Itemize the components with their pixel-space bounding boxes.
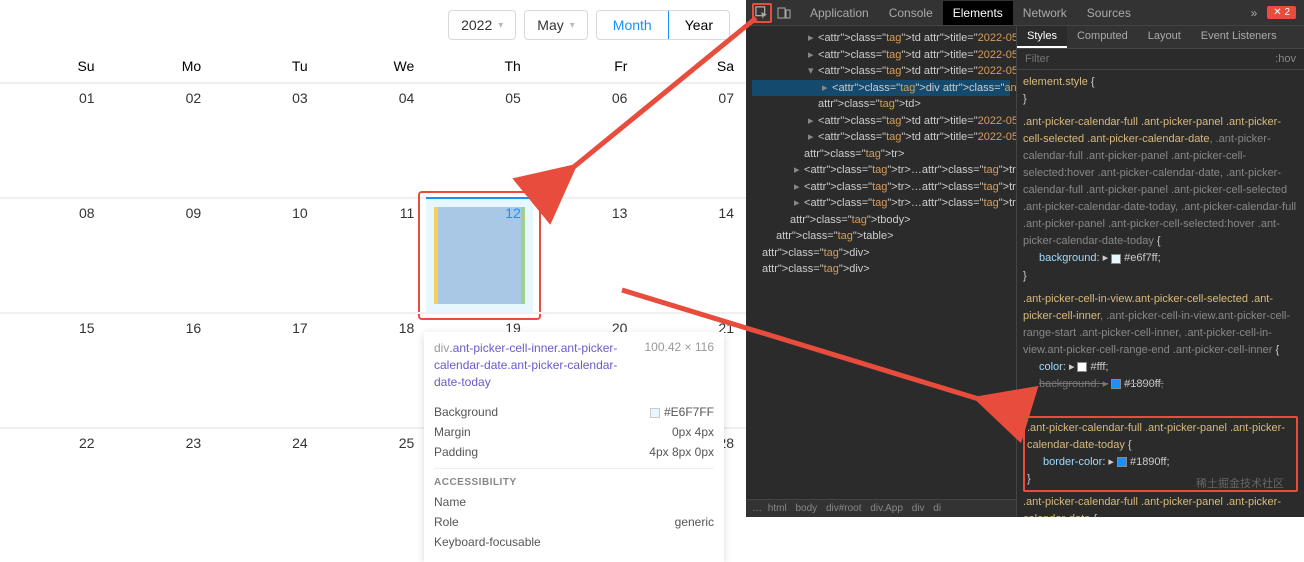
calendar-cell[interactable]: 02 (107, 82, 214, 197)
tooltip-dimensions: 100.42 × 116 (644, 340, 714, 354)
styles-tab-layout[interactable]: Layout (1138, 26, 1191, 48)
weekday-header: Sa (639, 50, 746, 82)
tooltip-selector: div.ant-picker-cell-inner.ant-picker-cal… (434, 340, 638, 390)
calendar-cell[interactable]: 13 (533, 197, 640, 312)
devtools-tabs: ApplicationConsoleElementsNetworkSources (800, 1, 1241, 25)
calendar-cell[interactable]: 03 (213, 82, 320, 197)
element-node[interactable]: ▸<attr">class="tag">div attr">class="ant… (752, 80, 1010, 97)
element-node[interactable]: attr">class="tag">tbody> (752, 212, 1010, 229)
element-node[interactable]: ▸<attr">class="tag">td attr">title="2022… (752, 47, 1010, 64)
style-rule[interactable]: .ant-picker-calendar-full .ant-picker-pa… (1023, 114, 1298, 284)
month-select[interactable]: May ▾ (524, 10, 587, 40)
calendar-cell[interactable]: 18 (320, 312, 427, 427)
devtools-tab-elements[interactable]: Elements (943, 1, 1013, 25)
watermark: 稀土掘金技术社区 (1196, 475, 1284, 491)
error-badge[interactable]: ✕ 2 (1267, 6, 1296, 19)
calendar-cell[interactable]: 24 (213, 427, 320, 542)
calendar-cell[interactable]: 25 (320, 427, 427, 542)
devtools-tab-console[interactable]: Console (879, 1, 943, 25)
weekday-header: Fr (533, 50, 640, 82)
styles-rules[interactable]: element.style {} .ant-picker-calendar-ful… (1017, 70, 1304, 517)
weekday-header: Mo (107, 50, 214, 82)
calendar-cell[interactable]: 11 (320, 197, 427, 312)
year-select[interactable]: 2022 ▾ (448, 10, 516, 40)
style-rule[interactable]: element.style {} (1023, 74, 1298, 108)
styles-tab-event-listeners[interactable]: Event Listeners (1191, 26, 1287, 48)
calendar-cell[interactable]: 22 (0, 427, 107, 542)
element-node[interactable]: attr">class="tag">div> (752, 261, 1010, 278)
calendar-cell[interactable]: 06 (533, 82, 640, 197)
devtools-panel: ApplicationConsoleElementsNetworkSources… (746, 0, 1304, 517)
element-inspector-tooltip: div.ant-picker-cell-inner.ant-picker-cal… (424, 332, 724, 562)
tooltip-margin-value: 0px 4px (672, 425, 714, 439)
calendar-panel: 2022 ▾ May ▾ Month Year SuMoTuWeThFrSa 01… (0, 0, 746, 517)
tooltip-padding-label: Padding (434, 445, 478, 459)
devtools-tab-network[interactable]: Network (1013, 1, 1077, 25)
weekday-header: Th (426, 50, 533, 82)
element-node[interactable]: ▾<attr">class="tag">td attr">title="2022… (752, 63, 1010, 80)
calendar-cell[interactable]: 16 (107, 312, 214, 427)
month-value: May (537, 17, 563, 33)
view-year-button[interactable]: Year (669, 11, 729, 39)
tooltip-bg-value: #E6F7FF (650, 405, 714, 419)
calendar-cell[interactable]: 14 (639, 197, 746, 312)
year-value: 2022 (461, 17, 492, 33)
styles-filter-input[interactable] (1025, 53, 1275, 65)
inspect-element-icon[interactable] (752, 3, 772, 23)
devtools-tab-sources[interactable]: Sources (1077, 1, 1141, 25)
calendar-cell[interactable]: 08 (0, 197, 107, 312)
elements-tree[interactable]: ▸<attr">class="tag">td attr">title="2022… (746, 26, 1016, 517)
calendar-cell[interactable]: 12 (426, 197, 533, 312)
view-radio-group: Month Year (596, 10, 730, 40)
calendar-cell[interactable]: 07 (639, 82, 746, 197)
styles-filter-bar: :hov (1017, 49, 1304, 70)
style-rule[interactable]: .ant-picker-cell-in-view.ant-picker-cell… (1023, 291, 1298, 410)
element-node[interactable]: ▸<attr">class="tag">td attr">title="2022… (752, 30, 1010, 47)
calendar-cell[interactable]: 15 (0, 312, 107, 427)
more-tabs-icon[interactable]: » (1241, 1, 1268, 25)
styles-pane: StylesComputedLayoutEvent Listeners :hov… (1016, 26, 1304, 517)
weekday-header: We (320, 50, 427, 82)
element-node[interactable]: attr">class="tag">tr> (752, 146, 1010, 163)
tooltip-kf-label: Keyboard-focusable (434, 535, 541, 549)
breadcrumb[interactable]: … html body div#root div.App div di (746, 499, 1016, 517)
calendar-cell[interactable]: 17 (213, 312, 320, 427)
calendar-cell[interactable]: 01 (0, 82, 107, 197)
view-month-button[interactable]: Month (597, 11, 669, 39)
tooltip-accessibility-heading: ACCESSIBILITY (434, 468, 714, 492)
tooltip-padding-value: 4px 8px 0px (649, 445, 714, 459)
calendar-cell[interactable]: 09 (107, 197, 214, 312)
devtools-toolbar: ApplicationConsoleElementsNetworkSources… (746, 0, 1304, 26)
tooltip-bg-label: Background (434, 405, 498, 419)
hov-toggle[interactable]: :hov (1275, 53, 1296, 65)
weekday-header: Su (0, 50, 107, 82)
element-node[interactable]: attr">class="tag">table> (752, 228, 1010, 245)
calendar-cell[interactable]: 04 (320, 82, 427, 197)
calendar-cell[interactable]: 05 (426, 82, 533, 197)
tooltip-name-label: Name (434, 495, 466, 509)
device-toolbar-icon[interactable] (774, 3, 794, 23)
calendar-header: 2022 ▾ May ▾ Month Year (0, 0, 746, 50)
element-node[interactable]: ▸<attr">class="tag">tr>…attr">class="tag… (752, 162, 1010, 179)
chevron-down-icon: ▾ (498, 20, 503, 31)
weekday-header: Tu (213, 50, 320, 82)
tooltip-margin-label: Margin (434, 425, 471, 439)
element-node[interactable]: ▸<attr">class="tag">tr>…attr">class="tag… (752, 179, 1010, 196)
calendar-cell[interactable]: 10 (213, 197, 320, 312)
styles-tabs: StylesComputedLayoutEvent Listeners (1017, 26, 1304, 49)
element-node[interactable]: attr">class="tag">td> (752, 96, 1010, 113)
chevron-down-icon: ▾ (570, 20, 575, 31)
devtools-tab-application[interactable]: Application (800, 1, 879, 25)
calendar-cell[interactable]: 23 (107, 427, 214, 542)
tooltip-role-label: Role (434, 515, 459, 529)
style-rule[interactable]: .ant-picker-calendar-full .ant-picker-pa… (1023, 494, 1298, 517)
element-node[interactable]: ▸<attr">class="tag">td attr">title="2022… (752, 113, 1010, 130)
element-node[interactable]: ▸<attr">class="tag">td attr">title="2022… (752, 129, 1010, 146)
element-node[interactable]: ▸<attr">class="tag">tr>…attr">class="tag… (752, 195, 1010, 212)
element-node[interactable]: attr">class="tag">div> (752, 245, 1010, 262)
tooltip-role-value: generic (675, 515, 714, 529)
styles-tab-computed[interactable]: Computed (1067, 26, 1138, 48)
styles-tab-styles[interactable]: Styles (1017, 26, 1067, 48)
